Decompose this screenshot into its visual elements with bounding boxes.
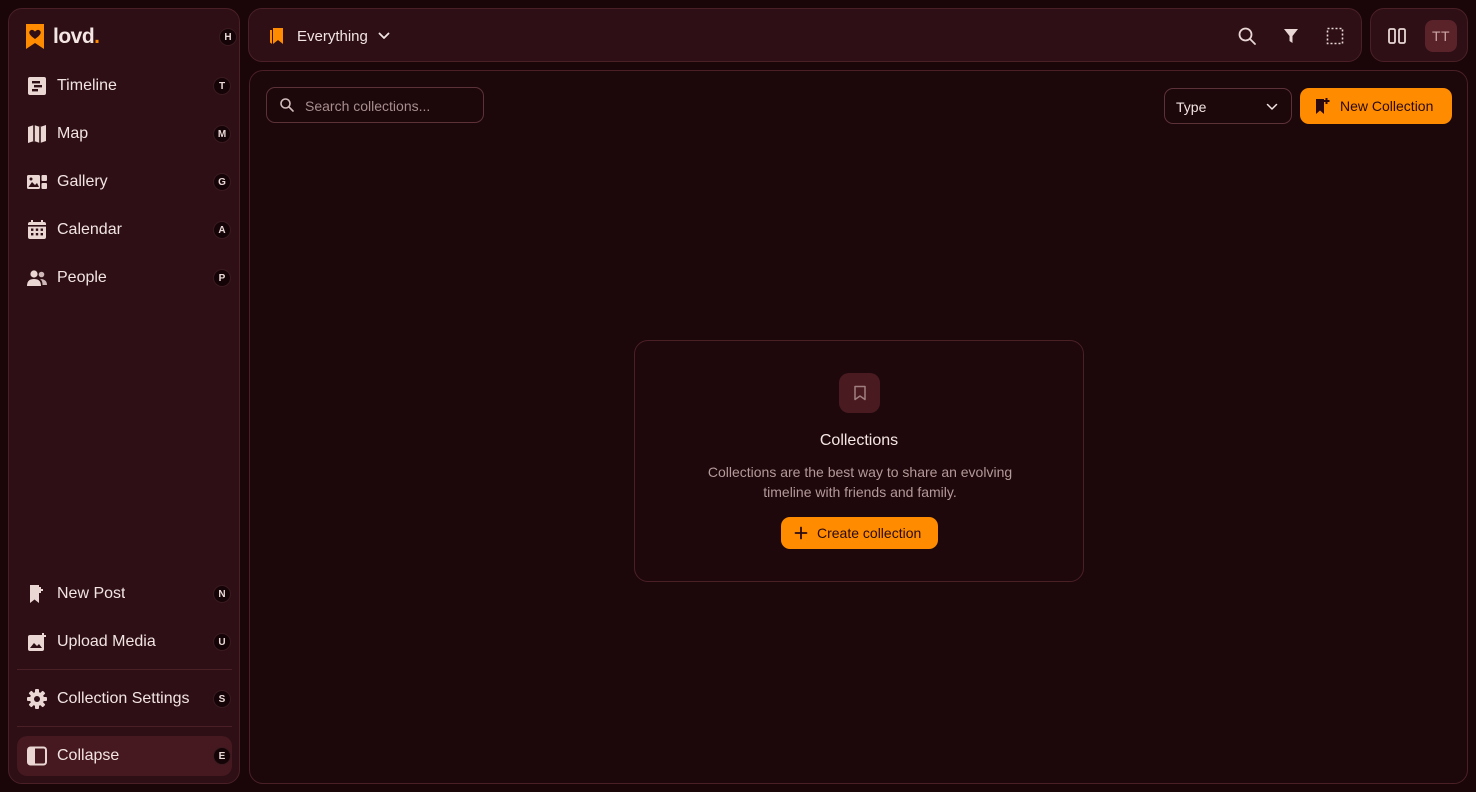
sidebar-item-timeline[interactable]: Timeline T: [17, 66, 232, 106]
scope-label: Everything: [297, 27, 368, 45]
search-icon[interactable]: [1236, 25, 1258, 47]
upload-media-button[interactable]: Upload Media U: [17, 622, 232, 662]
type-select-value: Type: [1176, 99, 1207, 115]
brand-name: lovd.: [53, 25, 100, 48]
collapse-sidebar-button[interactable]: Collapse E: [17, 736, 232, 776]
bookmarks-icon: [269, 27, 285, 45]
filter-icon[interactable]: [1280, 25, 1302, 47]
new-collection-button[interactable]: New Collection: [1300, 88, 1452, 124]
sidebar-item-gallery[interactable]: Gallery G: [17, 162, 232, 202]
user-controls: TT: [1370, 8, 1468, 62]
select-icon[interactable]: [1324, 25, 1346, 47]
sidebar: lovd. H Timeline T Map M Gallery G Calen…: [8, 8, 240, 784]
shortcut-key: M: [213, 125, 231, 143]
type-select[interactable]: Type: [1164, 88, 1292, 124]
sidebar-divider: [17, 669, 232, 670]
upload-media-icon: [26, 632, 48, 652]
shortcut-key: A: [213, 221, 231, 239]
collapse-label: Collapse: [57, 747, 120, 764]
map-icon: [26, 124, 48, 144]
sidebar-divider: [17, 726, 232, 727]
shortcut-key: E: [213, 747, 231, 765]
search-input[interactable]: [305, 95, 475, 117]
new-post-label: New Post: [57, 585, 126, 602]
collection-settings-label: Collection Settings: [57, 690, 190, 707]
chevron-down-icon: [378, 32, 390, 40]
sidebar-item-label: People: [57, 269, 107, 286]
shortcut-key: P: [213, 269, 231, 287]
search-box: [266, 87, 484, 123]
sidebar-item-map[interactable]: Map M: [17, 114, 232, 154]
columns-icon[interactable]: [1386, 25, 1408, 47]
calendar-icon: [26, 220, 48, 240]
shortcut-key: N: [213, 585, 231, 603]
gallery-icon: [26, 172, 48, 192]
shortcut-key: T: [213, 77, 231, 95]
sidebar-collapse-icon: [26, 746, 48, 766]
create-collection-button[interactable]: Create collection: [781, 517, 938, 549]
timeline-icon: [26, 76, 48, 96]
brand[interactable]: lovd. H: [25, 22, 237, 52]
collection-settings-button[interactable]: Collection Settings S: [17, 679, 232, 719]
chevron-down-icon: [1266, 103, 1278, 111]
upload-media-label: Upload Media: [57, 633, 156, 650]
empty-state-description: Collections are the best way to share an…: [707, 464, 1013, 500]
search-icon: [279, 97, 295, 113]
gear-icon: [26, 689, 48, 709]
new-post-icon: [26, 584, 48, 604]
scope-selector[interactable]: Everything: [269, 23, 390, 49]
avatar[interactable]: TT: [1425, 20, 1457, 52]
bookmark-icon: [839, 373, 880, 413]
new-post-button[interactable]: New Post N: [17, 574, 232, 614]
sidebar-item-label: Map: [57, 125, 89, 142]
top-bar: Everything: [248, 8, 1362, 62]
heart-bookmark-logo-icon: [26, 24, 44, 49]
main-panel: Type New Collection Collections Collecti…: [249, 70, 1468, 784]
empty-state-card: Collections Collections are the best way…: [634, 340, 1084, 582]
sidebar-item-label: Gallery: [57, 173, 108, 190]
sidebar-item-calendar[interactable]: Calendar A: [17, 210, 232, 250]
home-shortcut-key: H: [219, 28, 237, 46]
plus-icon: [794, 526, 808, 540]
sidebar-item-people[interactable]: People P: [17, 258, 232, 298]
create-collection-label: Create collection: [817, 525, 922, 541]
sidebar-item-label: Calendar: [57, 221, 122, 238]
new-collection-icon: [1314, 97, 1330, 115]
shortcut-key: G: [213, 173, 231, 191]
new-collection-label: New Collection: [1340, 98, 1434, 114]
people-icon: [26, 268, 48, 288]
shortcut-key: U: [213, 633, 231, 651]
sidebar-item-label: Timeline: [57, 77, 117, 94]
shortcut-key: S: [213, 690, 231, 708]
empty-state-title: Collections: [819, 432, 899, 449]
